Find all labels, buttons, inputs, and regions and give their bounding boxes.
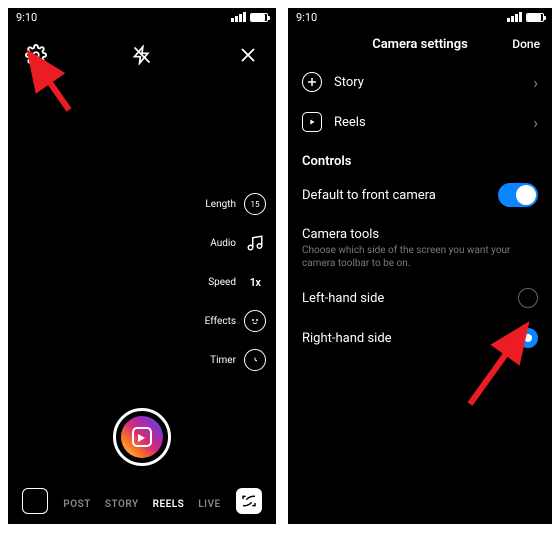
front-camera-label: Default to front camera: [302, 188, 436, 203]
tool-timer-label: Timer: [210, 355, 236, 366]
done-button[interactable]: Done: [500, 37, 540, 51]
flash-off-icon[interactable]: [128, 41, 156, 69]
capture-inner-icon: [121, 416, 163, 458]
camera-tools-hint: Choose which side of the screen you want…: [288, 244, 552, 278]
controls-heading: Controls: [288, 142, 552, 173]
timer-icon: [244, 349, 266, 371]
tool-length[interactable]: Length 15: [205, 193, 266, 215]
tab-story[interactable]: STORY: [105, 499, 139, 510]
left-hand-radio[interactable]: [518, 288, 538, 308]
speed-icon: 1x: [244, 271, 266, 293]
camera-settings-screen: 9:10 Camera settings Done Story › Reels …: [288, 8, 552, 524]
camera-screen: 9:10 Length 15: [8, 8, 276, 524]
tool-speed[interactable]: Speed 1x: [205, 271, 266, 293]
effects-icon: [244, 310, 266, 332]
tool-speed-label: Speed: [208, 277, 236, 288]
camera-tools-title: Camera tools: [288, 217, 552, 244]
close-icon[interactable]: [234, 41, 262, 69]
chevron-right-icon: ›: [533, 113, 538, 132]
tab-reels[interactable]: REELS: [153, 499, 185, 510]
tab-live[interactable]: LIVE: [198, 499, 220, 510]
status-bar: 9:10: [8, 8, 276, 26]
capture-button[interactable]: [113, 408, 171, 466]
row-left-hand[interactable]: Left-hand side: [288, 278, 552, 318]
length-icon: 15: [244, 193, 266, 215]
row-default-front-camera: Default to front camera: [288, 173, 552, 217]
story-plus-icon: [302, 72, 322, 92]
status-icons: [507, 12, 544, 22]
reels-icon: [302, 112, 322, 132]
settings-title: Camera settings: [340, 37, 500, 52]
left-hand-label: Left-hand side: [302, 291, 384, 306]
front-camera-toggle[interactable]: [498, 183, 538, 207]
chevron-right-icon: ›: [533, 73, 538, 92]
nav-story-label: Story: [334, 75, 364, 90]
tool-timer[interactable]: Timer: [205, 349, 266, 371]
status-bar: 9:10: [288, 8, 552, 26]
tool-audio-label: Audio: [210, 238, 236, 249]
row-right-hand[interactable]: Right-hand side: [288, 318, 552, 358]
nav-reels-label: Reels: [334, 115, 366, 130]
tab-post[interactable]: POST: [63, 499, 91, 510]
tool-length-label: Length: [205, 199, 236, 210]
status-time: 9:10: [16, 11, 37, 24]
reels-glyph-icon: [132, 427, 152, 447]
tool-audio[interactable]: Audio: [205, 232, 266, 254]
nav-row-reels[interactable]: Reels ›: [288, 102, 552, 142]
tool-effects-label: Effects: [205, 316, 236, 327]
switch-camera-button[interactable]: [236, 488, 262, 514]
settings-header: Camera settings Done: [288, 26, 552, 62]
camera-tools-column: Length 15 Audio Speed 1x Effects: [205, 193, 266, 371]
nav-row-story[interactable]: Story ›: [288, 62, 552, 102]
tool-effects[interactable]: Effects: [205, 310, 266, 332]
right-hand-radio[interactable]: [518, 328, 538, 348]
status-time: 9:10: [296, 11, 317, 24]
music-note-icon: [244, 232, 266, 254]
settings-gear-icon[interactable]: [22, 41, 50, 69]
status-icons: [231, 12, 268, 22]
right-hand-label: Right-hand side: [302, 331, 392, 346]
